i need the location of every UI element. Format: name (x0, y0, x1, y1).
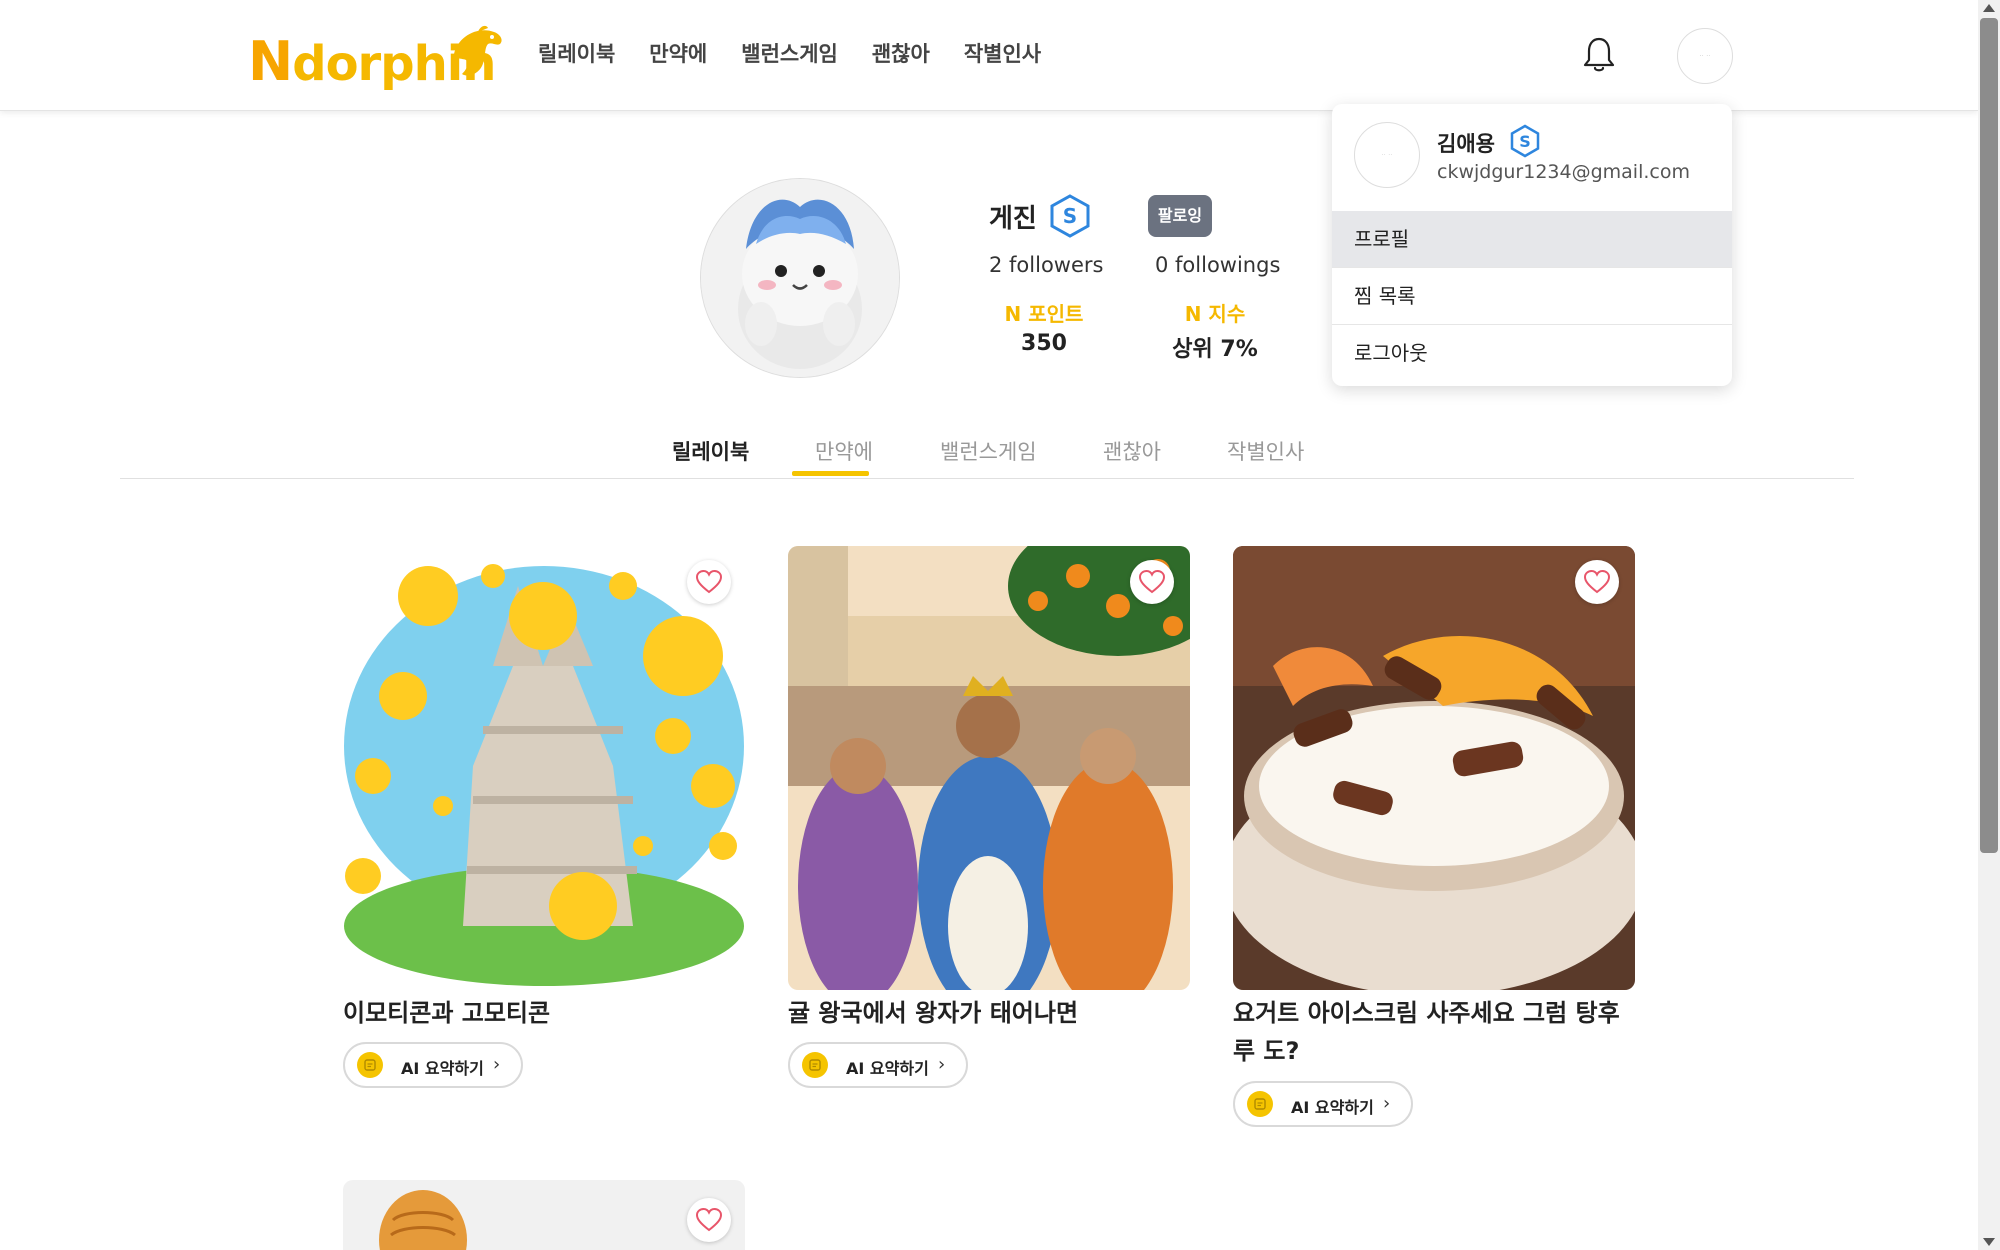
nav-itsokay[interactable]: 괜찮아 (872, 38, 930, 68)
silver-badge-icon: S (1049, 194, 1091, 242)
dolphin-icon (454, 25, 502, 76)
book-cover-image[interactable] (1233, 546, 1635, 990)
ai-summary-button[interactable]: AI 요약하기 › (1233, 1081, 1413, 1127)
chevron-right-icon: › (938, 1054, 946, 1075)
ai-summary-icon (802, 1052, 828, 1078)
followings-count[interactable]: 0 followings (1155, 253, 1280, 277)
nav-farewell[interactable]: 작별인사 (964, 38, 1041, 68)
ai-summary-button[interactable]: AI 요약하기 › (788, 1042, 968, 1088)
n-index-value: 상위 7% (1172, 337, 1258, 362)
nav-ifonly[interactable]: 만약에 (649, 38, 707, 68)
avatar-alt-text: ᆢᆢ (1698, 52, 1712, 60)
menu-item-wishlist[interactable]: 찜 목록 (1332, 268, 1732, 325)
active-tab-indicator (792, 471, 869, 476)
top-header: Ndorphin 릴레이북 만약에 밸런스게임 괜찮아 작별인사 ᆢᆢ (0, 0, 1978, 111)
tab-ifonly[interactable]: 만약에 (815, 436, 873, 466)
scroll-down-icon[interactable] (1983, 1238, 1995, 1246)
n-index-label: N 지수 (1184, 302, 1246, 326)
book-title[interactable]: 이모티콘과 고모티콘 (343, 994, 745, 1032)
tab-itsokay[interactable]: 괜찮아 (1103, 436, 1161, 466)
user-avatar-button[interactable]: ᆢᆢ (1677, 28, 1733, 84)
heart-icon[interactable] (687, 560, 731, 604)
dropdown-user-name: 김애용 (1437, 132, 1495, 156)
book-cover-image[interactable] (343, 1180, 745, 1250)
tab-farewell[interactable]: 작별인사 (1227, 436, 1304, 466)
heart-icon[interactable] (1575, 560, 1619, 604)
profile-picture (700, 178, 900, 378)
bell-icon[interactable] (1582, 36, 1616, 74)
n-point-value: 350 (1021, 331, 1067, 356)
book-title[interactable]: 요거트 아이스크림 사주세요 그럼 탕후루 도? (1233, 994, 1635, 1070)
menu-item-logout[interactable]: 로그아웃 (1332, 325, 1732, 381)
ndorphin-logo[interactable]: Ndorphin (248, 24, 508, 93)
dropdown-avatar: ᆢᆢ (1354, 122, 1420, 188)
nav-relaybook[interactable]: 릴레이북 (538, 38, 615, 68)
chevron-right-icon: › (493, 1054, 501, 1075)
book-cover-image[interactable] (788, 546, 1190, 990)
dropdown-avatar-alt: ᆢᆢ (1380, 151, 1394, 159)
heart-icon[interactable] (1130, 560, 1174, 604)
dropdown-user-email: ckwjdgur1234@gmail.com (1437, 161, 1690, 183)
ai-summary-label: AI 요약하기 (846, 1059, 929, 1078)
followers-count[interactable]: 2 followers (989, 253, 1103, 277)
ai-summary-icon (357, 1052, 383, 1078)
scrollbar-thumb[interactable] (1980, 18, 1998, 853)
profile-dropdown: ᆢᆢ 김애용 S ckwjdgur1234@gmail.com 프로필 찜 목록… (1332, 104, 1732, 386)
silver-badge-icon: S (1508, 124, 1542, 162)
ai-summary-label: AI 요약하기 (1291, 1098, 1374, 1117)
following-button[interactable]: 팔로잉 (1148, 195, 1212, 237)
page-scrollbar[interactable] (1978, 0, 2000, 1250)
tab-balancegame[interactable]: 밸런스게임 (940, 436, 1037, 466)
chevron-right-icon: › (1383, 1093, 1391, 1114)
dropdown-menu: 프로필 찜 목록 로그아웃 (1332, 211, 1732, 381)
nav-balancegame[interactable]: 밸런스게임 (741, 38, 838, 68)
menu-item-profile[interactable]: 프로필 (1332, 211, 1732, 268)
main-nav: 릴레이북 만약에 밸런스게임 괜찮아 작별인사 (538, 38, 1041, 68)
profile-name: 게진 (989, 204, 1037, 234)
scroll-up-icon[interactable] (1983, 4, 1995, 12)
book-title[interactable]: 귤 왕국에서 왕자가 태어나면 (788, 994, 1190, 1032)
dropdown-badge-letter: S (1519, 132, 1531, 151)
ai-summary-label: AI 요약하기 (401, 1059, 484, 1078)
n-point-label: N 포인트 (1004, 302, 1084, 326)
ai-summary-icon (1247, 1091, 1273, 1117)
ai-summary-button[interactable]: AI 요약하기 › (343, 1042, 523, 1088)
book-cover-image[interactable] (343, 546, 745, 990)
content-tabs: 릴레이북 만약에 밸런스게임 괜찮아 작별인사 (120, 430, 1854, 479)
heart-icon[interactable] (687, 1198, 731, 1242)
profile-badge-letter: S (1063, 204, 1077, 228)
tab-relaybook[interactable]: 릴레이북 (672, 436, 749, 466)
